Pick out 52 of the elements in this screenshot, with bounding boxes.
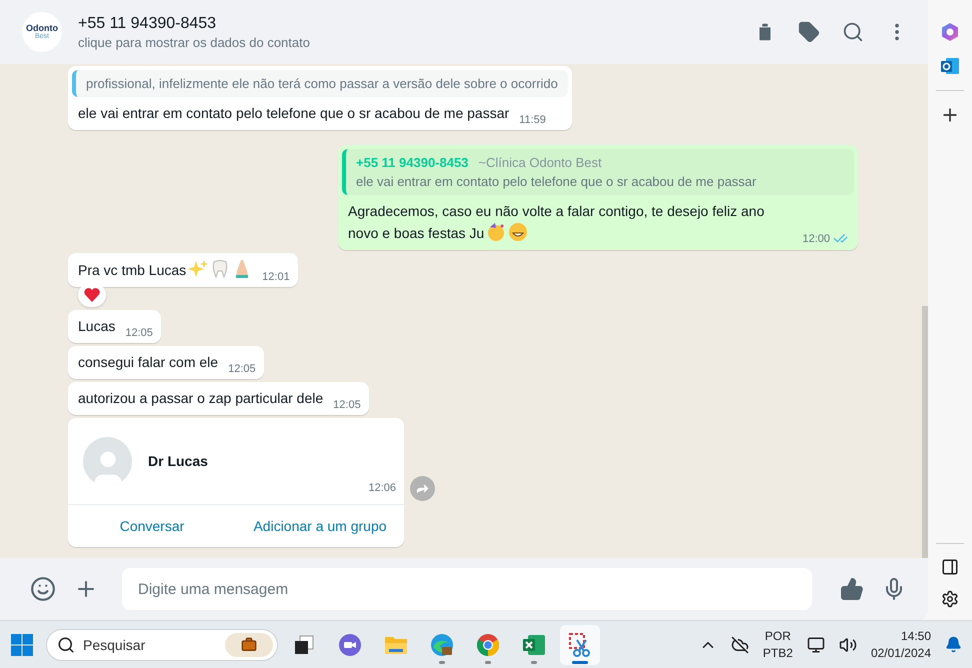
browser-icon [430, 632, 454, 656]
message-time: 12:01 [262, 271, 290, 283]
message-time: 12:00 [802, 231, 848, 246]
quote-author: +55 11 94390-8453 [356, 155, 468, 170]
settings-icon[interactable] [941, 590, 959, 608]
message-time: 12:05 [228, 363, 256, 375]
notification-bell-icon[interactable] [945, 636, 962, 653]
browser-icon [476, 632, 500, 656]
network-icon[interactable] [806, 636, 825, 654]
message-text: Agradecemos, caso eu não volte a falar contigo, te desejo feliz ano novo e boas festas Ju [348, 202, 766, 244]
message-time: 12:06 [368, 482, 396, 494]
contact-action-button[interactable]: Conversar [68, 505, 236, 547]
video-chat-icon [338, 632, 362, 656]
cloud-off-icon[interactable] [730, 636, 749, 654]
heart-icon [84, 288, 100, 302]
windows-start-icon[interactable] [10, 632, 34, 656]
contact-subtitle: clique para mostrar os dados do contato [78, 34, 311, 50]
message-text: autorizou a passar o zap particular dele [78, 389, 324, 408]
message-text: ele vai entrar em contato pelo telefone que o sr acabou de me passar [78, 104, 510, 123]
quote-author-name: ~Clínica Odonto Best [478, 155, 602, 170]
label-icon[interactable] [798, 21, 820, 43]
message-text: Pra vc tmb Lucas [78, 259, 252, 281]
contact-phone: +55 11 94390-8453 [78, 14, 218, 32]
quote-text: ele vai entrar em contato pelo telefone que o sr acabou de me passar [356, 174, 758, 189]
search-icon[interactable] [842, 21, 864, 43]
thumbs-up-icon[interactable] [840, 577, 864, 601]
contact-name: Dr Lucas [148, 453, 208, 469]
scissors-icon [568, 632, 592, 658]
message-time: 11:59 [519, 114, 546, 126]
grinning-face-icon [508, 222, 528, 242]
message-text: Lucas [78, 317, 116, 336]
contact-action-button[interactable]: Adicionar a um grupo [236, 505, 404, 547]
clock[interactable]: 14:50 02/01/2024 [870, 628, 931, 662]
message-input[interactable]: Digite uma mensagem [122, 568, 812, 610]
emoji-icon[interactable] [30, 576, 56, 602]
sidebar-toggle-icon[interactable] [941, 558, 959, 576]
message-time: 12:05 [125, 327, 153, 339]
taskbar-search-field[interactable]: Pesquisar [46, 628, 278, 660]
logo-text: Odonto [26, 24, 58, 33]
sparkles-icon [188, 259, 208, 279]
volume-icon[interactable] [838, 636, 857, 654]
keyboard-language[interactable]: POR PTB2 [762, 628, 793, 662]
quote-text: profissional, infelizmente ele não terá como passar a versão dele sobre o ocorrido [86, 76, 558, 91]
party-face-icon [486, 222, 506, 242]
hexagon-logo-icon[interactable] [940, 22, 960, 42]
message-text: consegui falar com ele [78, 353, 218, 372]
briefcase-icon [241, 636, 257, 652]
mail-app-icon[interactable] [940, 56, 960, 76]
search-icon [57, 636, 75, 654]
window-stack-icon [293, 634, 315, 656]
spreadsheet-icon [522, 632, 546, 656]
message-time: 12:05 [333, 399, 361, 411]
